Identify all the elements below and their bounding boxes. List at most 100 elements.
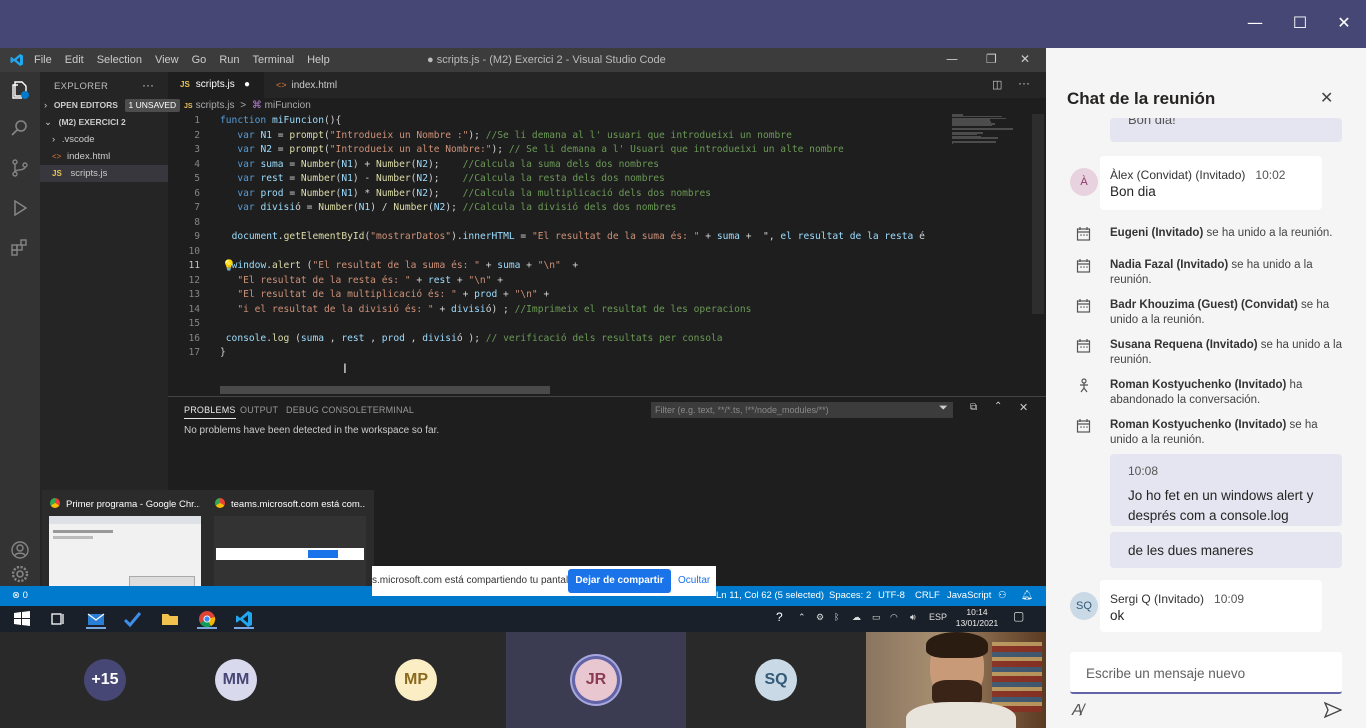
spaces-status[interactable]: Spaces: 2 [829, 590, 871, 601]
compose-box[interactable]: Escribe un mensaje nuevo [1070, 652, 1342, 694]
close-icon[interactable]: ✕ [1020, 52, 1030, 66]
preview-title[interactable]: Primer programa - Google Chr... [50, 498, 200, 510]
onedrive-icon[interactable]: ☁ [852, 612, 861, 623]
stop-sharing-button[interactable]: Dejar de compartir [568, 569, 671, 593]
code-line[interactable]: 17} [168, 346, 943, 361]
code-line[interactable]: 5 var rest = Number(N1) - Number(N2); //… [168, 172, 943, 187]
close-panel-icon[interactable]: ✕ [1019, 401, 1028, 414]
code-line[interactable]: 11 window.alert ("El resultat de la suma… [168, 259, 943, 274]
participant-avatar[interactable]: MM [215, 659, 257, 701]
preview-title[interactable]: teams.microsoft.com está com... [215, 498, 365, 510]
code-line[interactable]: 10 [168, 245, 943, 260]
avatar[interactable]: À [1070, 168, 1098, 196]
code-line[interactable]: 15 [168, 317, 943, 332]
tab-scripts-js[interactable]: JS scripts.js ● [168, 72, 264, 98]
code-editor[interactable]: 1 function miFuncion(){2 var N1 = prompt(… [168, 114, 943, 394]
chrome-icon[interactable] [197, 609, 217, 629]
file-tree-item[interactable]: › .vscode [40, 131, 168, 148]
format-icon[interactable]: A̸ [1072, 702, 1083, 720]
split-editor-icon[interactable]: ◫ [992, 78, 1002, 91]
more-participants-badge[interactable]: +15 [84, 659, 126, 701]
code-line[interactable]: 16 console.log (suma , rest , prod , div… [168, 332, 943, 347]
account-icon[interactable] [10, 540, 30, 560]
menu-item[interactable]: Help [307, 54, 330, 66]
explorer-icon[interactable] [10, 80, 30, 100]
minimap[interactable] [948, 114, 1018, 145]
show-hidden-icons[interactable]: ⌃ [798, 612, 806, 623]
code-line[interactable]: 8 [168, 216, 943, 231]
source-control-icon[interactable] [10, 158, 30, 178]
participant-tile[interactable]: JR [506, 632, 686, 728]
tab-output[interactable]: OUTPUT [240, 405, 278, 415]
participant-tile[interactable]: MM [146, 632, 326, 728]
tab-problems[interactable]: PROBLEMS [184, 405, 236, 419]
code-line[interactable]: 7 var divisió = Number(N1) / Number(N2);… [168, 201, 943, 216]
menu-item[interactable]: Go [192, 54, 207, 66]
volume-icon[interactable]: 🔊︎ [910, 612, 916, 623]
extensions-icon[interactable] [10, 238, 30, 258]
maximize-icon[interactable]: ❐ [986, 52, 997, 66]
hide-button[interactable]: Ocultar [678, 575, 710, 586]
wifi-icon[interactable]: ◠ [890, 612, 898, 623]
mail-icon[interactable] [86, 609, 106, 629]
code-line[interactable]: 6 var prod = Number(N1) * Number(N2); //… [168, 187, 943, 202]
notifications-bell-icon[interactable]: 🔔︎ [1021, 590, 1033, 601]
workspace-folder[interactable]: ⌄ (M2) EXERCICI 2 [40, 114, 168, 131]
encoding-status[interactable]: UTF-8 [878, 590, 905, 601]
language-status[interactable]: JavaScript [947, 590, 991, 601]
file-explorer-icon[interactable] [160, 609, 180, 629]
menu-item[interactable]: Selection [97, 54, 142, 66]
participant-avatar[interactable]: JR [575, 659, 617, 701]
search-icon[interactable] [10, 118, 30, 138]
send-icon[interactable] [1323, 701, 1343, 723]
code-line[interactable]: 14 "i el resultat de la divisió és: " + … [168, 303, 943, 318]
breadcrumb-file[interactable]: scripts.js [196, 100, 235, 111]
menu-item[interactable]: File [34, 54, 52, 66]
menu-item[interactable]: View [155, 54, 179, 66]
avatar[interactable]: SQ [1070, 592, 1098, 620]
maximize-panel-icon[interactable]: ⌃ [994, 401, 1002, 412]
bluetooth-icon[interactable]: ᛒ [834, 612, 839, 622]
participant-avatar[interactable]: SQ [755, 659, 797, 701]
system-clock[interactable]: 10:14 13/01/2021 [954, 607, 1000, 629]
code-line[interactable]: 13 "El resultat de la multiplicació és: … [168, 288, 943, 303]
participant-tile[interactable]: SQ [686, 632, 866, 728]
participant-tile[interactable]: MP [326, 632, 506, 728]
participant-video[interactable] [866, 632, 1046, 728]
battery-icon[interactable]: ▭ [872, 612, 881, 623]
code-line[interactable]: 12 "El resultat de la resta és: " + rest… [168, 274, 943, 289]
action-center-icon[interactable]: ▢ [1013, 609, 1024, 623]
more-actions-icon[interactable]: ··· [1018, 76, 1030, 90]
settings-gear-icon[interactable] [10, 564, 30, 584]
help-icon[interactable]: ? [776, 610, 783, 624]
windows-start-icon[interactable] [12, 609, 32, 629]
minimize-icon[interactable]: — [1244, 12, 1266, 34]
code-line[interactable]: 9 document.getElementById("mostrarDatos"… [168, 230, 943, 245]
filter-icon[interactable]: ⏷ [939, 402, 948, 415]
code-line[interactable]: 3 var N2 = prompt("Introdueix un alte No… [168, 143, 943, 158]
feedback-icon[interactable]: ⚇ [998, 590, 1007, 601]
more-actions-icon[interactable]: ··· [142, 78, 154, 92]
participant-avatar[interactable]: MP [395, 659, 437, 701]
code-line[interactable]: 2 var N1 = prompt("Introdueix un Nombre … [168, 129, 943, 144]
close-chat-icon[interactable]: ✕ [1320, 88, 1333, 107]
maximize-icon[interactable]: ☐ [1289, 12, 1311, 34]
participant-tile[interactable]: +15 [0, 632, 146, 728]
tab-terminal[interactable]: TERMINAL [367, 405, 414, 415]
run-debug-icon[interactable] [10, 198, 30, 218]
tab-index-html[interactable]: <> index.html [264, 72, 368, 98]
menu-item[interactable]: Terminal [253, 54, 295, 66]
code-line[interactable]: 1 function miFuncion(){ [168, 114, 943, 129]
todo-icon[interactable] [122, 609, 142, 629]
vscode-taskbar-icon[interactable] [234, 609, 254, 629]
menu-item[interactable]: Edit [65, 54, 84, 66]
tab-debug-console[interactable]: DEBUG CONSOLE [286, 405, 367, 415]
language-indicator[interactable]: ESP [929, 612, 947, 622]
open-editors-section[interactable]: › OPEN EDITORS 1 UNSAVED [40, 97, 181, 114]
vertical-scrollbar[interactable] [1032, 114, 1044, 314]
breadcrumb-symbol[interactable]: miFuncion [265, 100, 311, 111]
minimize-icon[interactable]: — [946, 52, 958, 66]
file-tree-item-selected[interactable]: JS scripts.js [40, 165, 168, 182]
collapse-all-icon[interactable]: ⧉ [970, 402, 977, 413]
problems-filter-input[interactable]: Filter (e.g. text, **/*.ts, !**/node_mod… [651, 402, 953, 418]
